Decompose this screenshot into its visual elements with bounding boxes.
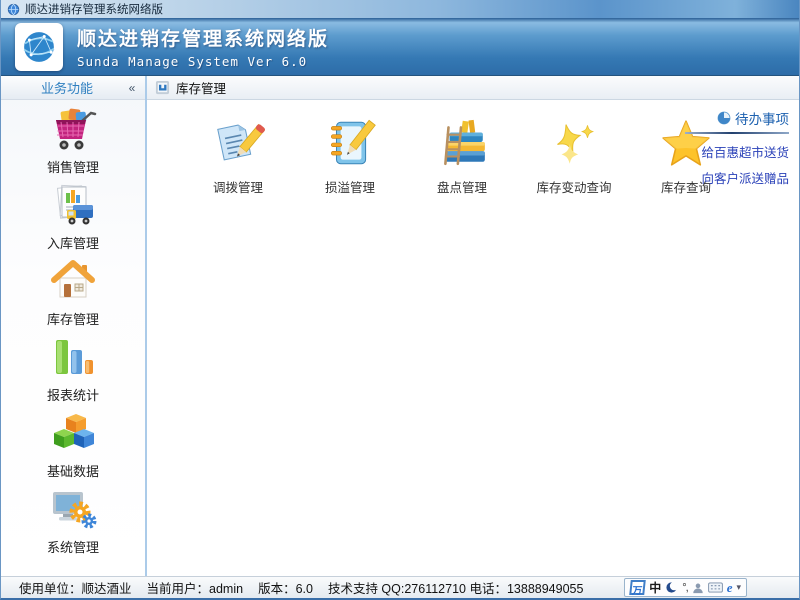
sidebar: 业务功能 « 销售管理	[1, 76, 147, 576]
sidebar-title: 业务功能	[1, 78, 119, 97]
todo-link-delivery[interactable]: 给百惠超市送货	[685, 140, 789, 166]
ime-options-arrow-icon[interactable]: ▾	[736, 582, 741, 593]
shortcut-stocktaking-management[interactable]: 盘点管理	[411, 116, 513, 196]
shortcut-label: 调拨管理	[213, 177, 263, 196]
ime-halfwidth-moon-icon[interactable]	[665, 581, 678, 594]
ime-language-bar: 万 中 °, e ▾	[624, 578, 747, 597]
sidebar-item-label: 入库管理	[47, 233, 99, 252]
shortcut-label: 盘点管理	[437, 177, 487, 196]
sidebar-item-inventory[interactable]: 库存管理	[1, 257, 145, 333]
sidebar-item-reports[interactable]: 报表统计	[1, 333, 145, 409]
shopping-cart-icon	[49, 105, 97, 153]
app-title: 顺达进销存管理系统网络版	[77, 24, 329, 51]
building-blocks-icon	[49, 409, 97, 457]
todo-panel: 待办事项 给百惠超市送货 向客户派送赠品	[685, 108, 789, 192]
documents-truck-icon	[49, 181, 97, 229]
ime-user-icon[interactable]	[692, 582, 704, 594]
sidebar-item-label: 库存管理	[47, 309, 99, 328]
window-titlebar: 顺达进销存管理系统网络版	[1, 0, 799, 18]
sidebar-item-basedata[interactable]: 基础数据	[1, 409, 145, 485]
app-logo	[15, 23, 63, 71]
shortcut-label: 损溢管理	[325, 177, 375, 196]
status-current-user: 当前用户：admin	[147, 578, 244, 597]
computer-gears-icon	[49, 485, 97, 533]
sidebar-item-label: 报表统计	[47, 385, 99, 404]
shortcut-inventory-change-query[interactable]: 库存变动查询	[523, 116, 625, 196]
status-version: 版本：6.0	[258, 578, 313, 597]
form-tab-icon	[155, 80, 170, 95]
ime-chinese-mode-button[interactable]: 中	[649, 579, 661, 596]
sparkle-stars-icon	[547, 116, 601, 170]
content-area: 调拨管理	[147, 100, 799, 576]
sidebar-item-label: 系统管理	[47, 537, 99, 556]
window-globe-icon	[7, 3, 20, 16]
window-title: 顺达进销存管理系统网络版	[25, 1, 163, 17]
todo-divider	[685, 132, 789, 134]
pie-clock-icon	[717, 111, 731, 125]
tab-bar: 库存管理	[147, 76, 799, 100]
ime-logo-button[interactable]: 万	[629, 580, 646, 595]
todo-header: 待办事项	[685, 108, 789, 128]
shortcut-loss-overflow-management[interactable]: 损溢管理	[299, 116, 401, 196]
ime-browser-icon[interactable]: e	[727, 580, 733, 596]
bar-chart-icon	[49, 333, 97, 381]
status-company: 使用单位：顺达酒业	[19, 578, 132, 597]
todo-title: 待办事项	[735, 108, 789, 128]
document-pencil-icon	[211, 116, 265, 170]
sidebar-item-sales[interactable]: 销售管理	[1, 105, 145, 181]
main-area: 库存管理	[147, 76, 799, 576]
app-banner: 顺达进销存管理系统网络版 Sunda Manage System Ver 6.0	[1, 18, 799, 76]
shortcut-transfer-management[interactable]: 调拨管理	[187, 116, 289, 196]
notebook-pencil-icon	[323, 116, 377, 170]
status-bar: 使用单位：顺达酒业 当前用户：admin 版本：6.0 技术支持 QQ:2761…	[1, 576, 799, 598]
house-icon	[49, 257, 97, 305]
todo-link-gifts[interactable]: 向客户派送赠品	[685, 166, 789, 192]
shortcut-label: 库存变动查询	[536, 177, 611, 196]
ime-punctuation-button[interactable]: °,	[682, 582, 687, 594]
books-ladder-icon	[435, 116, 489, 170]
status-support: 技术支持 QQ:276112710 电话：13888949055	[328, 578, 583, 597]
sidebar-item-system[interactable]: 系统管理	[1, 485, 145, 561]
globe-network-icon	[18, 26, 60, 68]
sidebar-item-inbound[interactable]: 入库管理	[1, 181, 145, 257]
app-window: 顺达进销存管理系统网络版 顺达进销存管理系统网络版 Sunda Manage S…	[0, 0, 800, 600]
sidebar-item-label: 销售管理	[47, 157, 99, 176]
ime-soft-keyboard-icon[interactable]	[708, 582, 723, 593]
sidebar-header: 业务功能 «	[1, 76, 145, 100]
sidebar-collapse-button[interactable]: «	[119, 81, 145, 95]
tab-inventory-management[interactable]: 库存管理	[176, 78, 226, 97]
sidebar-item-label: 基础数据	[47, 461, 99, 480]
app-subtitle: Sunda Manage System Ver 6.0	[77, 54, 329, 69]
